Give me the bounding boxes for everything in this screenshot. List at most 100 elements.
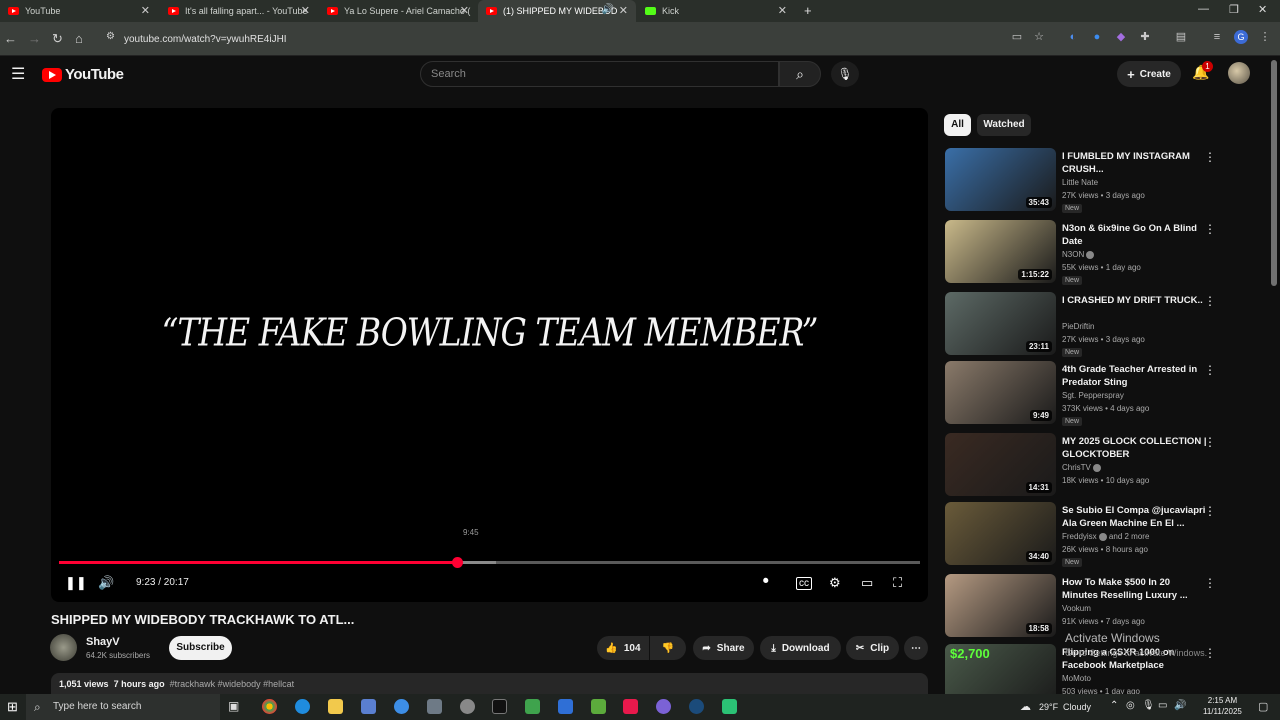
- taskbar-clock[interactable]: 2:15 AM 11/11/2025: [1203, 695, 1242, 717]
- speaker-icon[interactable]: 🔊: [602, 4, 614, 15]
- search-button[interactable]: ⌕: [779, 61, 821, 87]
- recommendation-title[interactable]: Se Subio El Compa @jucaviapri Ala Green …: [1062, 504, 1207, 530]
- close-icon[interactable]: ✕: [301, 4, 310, 17]
- video-thumbnail[interactable]: 23:11: [945, 292, 1056, 355]
- calculator-icon[interactable]: [361, 699, 376, 714]
- tab-shipped-widebody[interactable]: (1) SHIPPED MY WIDEBOD 🔊 ✕: [478, 0, 636, 22]
- recommendation-channel[interactable]: MoMoto: [1062, 674, 1091, 683]
- video-thumbnail[interactable]: 14:31: [945, 433, 1056, 496]
- video-thumbnail[interactable]: 35:43: [945, 148, 1056, 211]
- recommendation-card[interactable]: 34:40 Se Subio El Compa @jucaviapri Ala G…: [945, 502, 1263, 568]
- media-controls-icon[interactable]: ≡: [1210, 30, 1224, 44]
- recommendation-channel[interactable]: Freddyisx and 2 more: [1062, 532, 1149, 541]
- recommendation-title[interactable]: How To Make $500 In 20 Minutes Reselling…: [1062, 576, 1207, 602]
- like-button[interactable]: 👍 104: [597, 636, 649, 660]
- video-thumbnail[interactable]: 1:15:22: [945, 220, 1056, 283]
- voice-search-button[interactable]: 🎙: [831, 61, 859, 87]
- app-icon[interactable]: [460, 699, 475, 714]
- reload-icon[interactable]: ↻: [52, 31, 63, 47]
- tab-falling-apart[interactable]: It's all falling apart... - YouTube ✕: [160, 0, 318, 22]
- share-button[interactable]: ➦ Share: [693, 636, 754, 660]
- chevron-up-icon[interactable]: ⌃: [1110, 700, 1118, 711]
- download-button[interactable]: ⤓ Download: [760, 636, 841, 660]
- recommendation-title[interactable]: 4th Grade Teacher Arrested in Predator S…: [1062, 363, 1207, 389]
- notification-center-icon[interactable]: ▢: [1258, 700, 1268, 713]
- weather-cloud-icon[interactable]: ☁: [1020, 700, 1031, 713]
- close-icon[interactable]: ✕: [619, 4, 628, 17]
- windows-start-icon[interactable]: ⊞: [7, 699, 18, 715]
- video-thumbnail[interactable]: 18:58: [945, 574, 1056, 637]
- channel-avatar[interactable]: [50, 634, 77, 661]
- volume-icon[interactable]: 🔊: [1174, 700, 1186, 711]
- pause-icon[interactable]: ❚❚: [65, 575, 87, 591]
- captions-icon[interactable]: cc: [796, 577, 812, 590]
- cast-icon[interactable]: ▭: [1010, 30, 1024, 44]
- extension-icon[interactable]: ◐: [1066, 30, 1080, 44]
- settings-gear-icon[interactable]: ⚙: [829, 575, 841, 591]
- extension-icon[interactable]: ●: [1090, 30, 1104, 44]
- more-vertical-icon[interactable]: ⋮: [1204, 222, 1216, 236]
- page-scrollbar[interactable]: [1271, 60, 1277, 286]
- maximize-icon[interactable]: ❐: [1229, 3, 1239, 16]
- account-avatar[interactable]: [1228, 62, 1250, 84]
- extensions-puzzle-icon[interactable]: ✚: [1138, 30, 1152, 44]
- more-vertical-icon[interactable]: ⋮: [1204, 576, 1216, 590]
- discord-icon[interactable]: [656, 699, 671, 714]
- app-icon[interactable]: [525, 699, 540, 714]
- forward-icon[interactable]: →: [28, 31, 41, 46]
- chip-all[interactable]: All: [944, 114, 971, 136]
- tab-kick[interactable]: Kick ✕: [637, 0, 795, 22]
- channel-name[interactable]: ShayV: [86, 636, 120, 648]
- new-tab-icon[interactable]: +: [804, 3, 812, 18]
- network-icon[interactable]: ▭: [1158, 700, 1167, 711]
- minecraft-icon[interactable]: [591, 699, 606, 714]
- autoplay-toggle-icon[interactable]: ⏺: [763, 575, 769, 588]
- hashtags[interactable]: #trackhawk #widebody #hellcat: [170, 679, 295, 689]
- recommendation-card[interactable]: 23:11 I CRASHED MY DRIFT TRUCK.. PieDrifti…: [945, 292, 1263, 358]
- theater-mode-icon[interactable]: ▭: [861, 575, 873, 591]
- sidebar-icon[interactable]: ▤: [1174, 30, 1188, 44]
- volume-icon[interactable]: 🔊: [98, 575, 114, 591]
- fullscreen-icon[interactable]: ⛶: [893, 575, 902, 591]
- weather-temp[interactable]: 29°F: [1039, 702, 1058, 712]
- hamburger-menu-icon[interactable]: ☰: [11, 64, 25, 84]
- chip-watched[interactable]: Watched: [977, 114, 1031, 136]
- more-vertical-icon[interactable]: ⋮: [1204, 435, 1216, 449]
- recommendation-channel[interactable]: PieDriftin: [1062, 322, 1094, 331]
- bookmark-star-icon[interactable]: ☆: [1032, 30, 1046, 44]
- recommendation-title[interactable]: MY 2025 GLOCK COLLECTION | GLOCKTOBER: [1062, 435, 1207, 461]
- tiktok-icon[interactable]: [623, 699, 638, 714]
- more-vertical-icon[interactable]: ⋮: [1204, 150, 1216, 164]
- tab-ya-lo-supere[interactable]: Ya Lo Supere - Ariel Camacho ( ✕: [319, 0, 477, 22]
- file-explorer-icon[interactable]: [328, 699, 343, 714]
- recommendation-channel[interactable]: Vookum: [1062, 604, 1091, 613]
- url-text[interactable]: youtube.com/watch?v=ywuhRE4iJHI: [124, 34, 287, 45]
- app-icon[interactable]: [427, 699, 442, 714]
- window-close-icon[interactable]: ✕: [1258, 3, 1267, 16]
- recommendation-card[interactable]: 1:15:22 N3on & 6ix9ine Go On A Blind Date…: [945, 220, 1263, 286]
- close-icon[interactable]: ✕: [778, 4, 787, 17]
- more-actions-button[interactable]: ⋯: [904, 636, 928, 660]
- recommendation-channel[interactable]: Sgt. Pepperspray: [1062, 391, 1124, 400]
- recommendation-title[interactable]: I FUMBLED MY INSTAGRAM CRUSH...: [1062, 150, 1207, 176]
- scrubber-handle[interactable]: [451, 557, 463, 568]
- recommendation-title[interactable]: N3on & 6ix9ine Go On A Blind Date: [1062, 222, 1207, 248]
- recommendation-channel[interactable]: Little Nate: [1062, 178, 1098, 187]
- recommendation-channel[interactable]: N3ON: [1062, 250, 1095, 259]
- weather-text[interactable]: Cloudy: [1063, 702, 1091, 712]
- video-thumbnail[interactable]: 9:49: [945, 361, 1056, 424]
- recommendation-card[interactable]: 9:49 4th Grade Teacher Arrested in Predat…: [945, 361, 1263, 427]
- edge-icon[interactable]: [295, 699, 310, 714]
- tab-youtube[interactable]: YouTube ✕: [0, 0, 158, 22]
- more-vertical-icon[interactable]: ⋮: [1204, 294, 1216, 308]
- clip-button[interactable]: ✂ Clip: [846, 636, 899, 660]
- more-vertical-icon[interactable]: ⋮: [1204, 504, 1216, 518]
- app-icon[interactable]: [394, 699, 409, 714]
- more-vertical-icon[interactable]: ⋮: [1204, 363, 1216, 377]
- video-player[interactable]: “THE FAKE BOWLING TEAM MEMBER” 9:45 ❚❚ 🔊…: [51, 108, 928, 602]
- close-icon[interactable]: ✕: [141, 4, 150, 17]
- close-icon[interactable]: ✕: [460, 4, 469, 17]
- home-icon[interactable]: ⌂: [75, 31, 83, 46]
- microphone-icon[interactable]: 🎙: [1142, 700, 1155, 711]
- back-icon[interactable]: ←: [4, 31, 17, 46]
